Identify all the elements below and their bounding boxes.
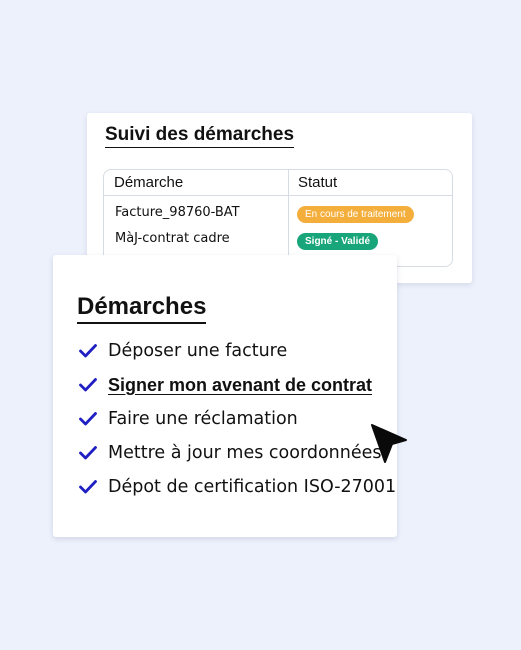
demarche-item-signer-avenant[interactable]: Signer mon avenant de contrat xyxy=(79,373,372,397)
demarche-item-label: Dépot de certification ISO-27001 xyxy=(108,477,397,497)
demarche-item-certification[interactable]: Dépot de certification ISO-27001 xyxy=(79,475,396,499)
demarches-title: Démarches xyxy=(77,293,207,324)
row-demarche[interactable]: Facture_98760-BAT xyxy=(115,205,240,220)
demarche-item-coordonnees[interactable]: Mettre à jour mes coordonnées xyxy=(79,441,382,465)
column-header-demarche: Démarche xyxy=(114,174,184,191)
check-icon xyxy=(79,480,97,494)
status-badge: Signé - Validé xyxy=(297,233,379,250)
check-icon xyxy=(79,378,97,392)
row-demarche[interactable]: MàJ-contrat cadre xyxy=(115,231,230,246)
suivi-table: Démarche Statut Facture_98760-BAT En cou… xyxy=(103,169,453,267)
check-icon xyxy=(79,412,97,426)
suivi-title: Suivi des démarches xyxy=(105,124,295,148)
check-icon xyxy=(79,446,97,460)
demarche-item-label: Signer mon avenant de contrat xyxy=(108,374,373,395)
demarche-item-deposer-facture[interactable]: Déposer une facture xyxy=(79,339,287,363)
table-header-row: Démarche Statut xyxy=(104,170,452,196)
check-icon xyxy=(79,344,97,358)
column-header-statut: Statut xyxy=(298,174,338,191)
demarche-item-label: Déposer une facture xyxy=(108,341,288,361)
demarche-item-reclamation[interactable]: Faire une réclamation xyxy=(79,407,298,431)
mouse-pointer-icon xyxy=(371,424,407,463)
demarche-item-label: Faire une réclamation xyxy=(108,409,298,429)
demarche-item-label: Mettre à jour mes coordonnées xyxy=(108,443,382,463)
demarches-card: Démarches Déposer une facture Signer mon… xyxy=(53,255,397,537)
status-badge: En cours de traitement xyxy=(297,206,414,223)
